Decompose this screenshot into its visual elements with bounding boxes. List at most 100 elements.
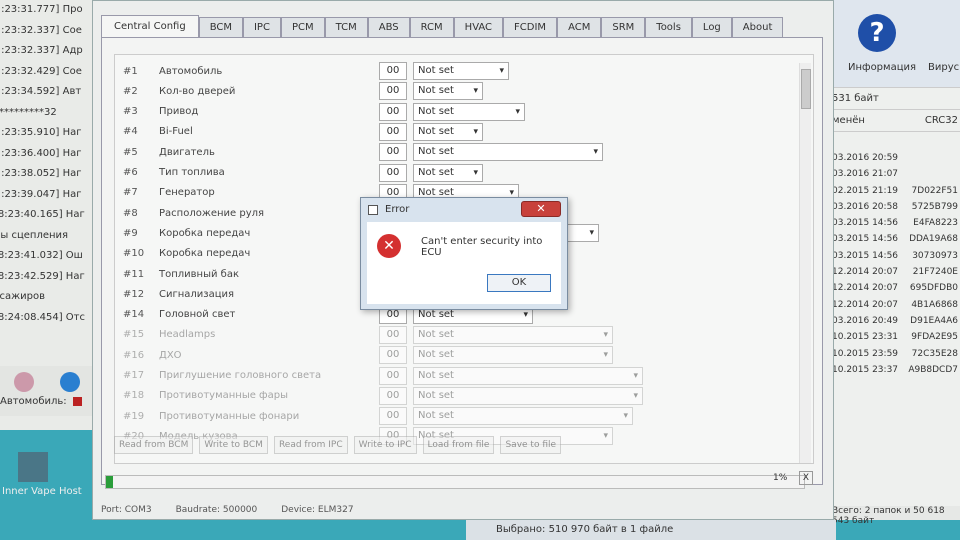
progress-bar [105,475,805,489]
config-row: #5 Двигатель 00 Not set [115,142,795,162]
file-row[interactable]: 10.2015 23:31 9FDA2E95 [830,329,960,345]
tab-about[interactable]: About [731,17,784,37]
option-select[interactable]: Not set [413,407,633,426]
value-field[interactable]: 00 [379,407,407,426]
option-select[interactable]: Not set [413,122,483,141]
close-button[interactable]: ✕ [521,201,561,217]
value-field[interactable]: 00 [379,325,407,344]
tab-fcdim[interactable]: FCDIM [503,17,558,37]
log-line: [.:23:39.047] Наг [0,188,82,200]
value-field[interactable]: 00 [379,62,407,80]
file-row[interactable]: 03.2016 20:49 D91EA4A6 [830,313,960,329]
scroll-thumb[interactable] [801,69,811,109]
tab-bcm[interactable]: BCM [198,17,243,37]
tab-hvac[interactable]: HVAC [453,17,504,37]
value-field[interactable]: 00 [379,386,407,405]
tab-srm[interactable]: SRM [601,17,646,37]
modified-date: 03.2015 14:56 [832,234,899,245]
info-button[interactable]: Информация [848,62,916,73]
value-field[interactable]: 00 [379,346,407,365]
option-select[interactable]: Not set [413,82,483,101]
tab-rcm[interactable]: RCM [409,17,454,37]
value-field[interactable]: 00 [379,366,407,385]
config-row: #17 Приглушение головного света 00 Not set [115,366,795,386]
action-buttons: Read from BCM Write to BCM Read from IPC Wr… [114,436,562,454]
modified-date: 10.2015 23:31 [832,332,899,343]
col-crc[interactable]: CRC32 [925,110,958,131]
file-row[interactable]: 03.2016 21:07 [830,166,960,182]
row-name: ДХО [159,349,182,361]
trash-icon[interactable] [60,372,80,392]
tab-ipc[interactable]: IPC [242,17,281,37]
file-row[interactable]: 02.2015 21:19 7D022F51 [830,183,960,199]
row-number: #11 [123,268,145,280]
config-row: #15 Headlamps 00 Not set [115,325,795,345]
option-select[interactable]: Not set [413,102,525,121]
file-row[interactable]: 03.2015 14:56 DDA19A68 [830,231,960,247]
row-number: #6 [123,167,138,178]
value-field[interactable]: 00 [379,102,407,121]
read-from-bcm-button[interactable]: Read from BCM [114,436,194,454]
config-row: #16 ДХО 00 Not set [115,345,795,365]
log-line: лы сцепления [0,229,69,241]
file-row[interactable]: 12.2014 20:07 695DFDB0 [830,280,960,296]
option-select[interactable]: Not set [413,163,483,182]
virus-button[interactable]: Вирусы [928,62,960,73]
help-icon[interactable]: ? [858,14,896,52]
load-from-file-button[interactable]: Load from file [422,436,495,454]
write-to-ipc-button[interactable]: Write to IPC [353,436,417,454]
option-select[interactable]: Not set [413,325,613,344]
col-modified[interactable]: менён [832,110,865,131]
save-to-file-button[interactable]: Save to file [500,436,562,454]
file-row[interactable]: 10.2015 23:59 72C35E28 [830,346,960,362]
cancel-button[interactable]: X [799,471,813,485]
value-field[interactable]: 00 [379,122,407,141]
desktop-icon[interactable] [18,452,48,482]
option-select[interactable]: Not set [413,386,643,405]
row-number: #18 [123,390,145,402]
tab-tcm[interactable]: TCM [324,17,368,37]
selection-status: Выбрано: 510 970 байт в 1 файле [466,520,836,540]
file-row[interactable]: 12.2014 20:07 21F7240E [830,264,960,280]
row-name: Противотуманные фонари [159,410,300,422]
modified-date: 10.2015 23:59 [832,348,899,359]
row-number: #16 [123,349,145,361]
option-select[interactable]: Not set [413,346,613,365]
file-row[interactable]: 03.2015 14:56 E4FA8223 [830,215,960,231]
row-name: Головной свет [159,309,236,321]
file-row[interactable]: 03.2016 20:58 5725B799 [830,199,960,215]
option-select[interactable]: Not set [413,366,643,385]
device-status: Device: ELM327 [281,505,354,515]
modified-date: 12.2014 20:07 [832,283,899,294]
tab-tools[interactable]: Tools [645,17,692,37]
port-status: Port: COM3 [101,505,152,515]
tab-abs[interactable]: ABS [367,17,410,37]
scrollbar[interactable] [799,63,811,463]
value-field[interactable]: 00 [379,143,407,162]
value-field[interactable]: 00 [379,82,407,101]
tab-central-config[interactable]: Central Config [101,15,199,37]
file-row[interactable]: 03.2016 20:59 [830,150,960,166]
file-row[interactable]: 12.2014 20:07 4B1A6868 [830,297,960,313]
syringe-icon[interactable] [14,372,34,392]
option-select[interactable]: Not set [413,62,509,80]
crc-value: 7D022F51 [911,185,958,196]
row-name: Тип топлива [159,167,225,178]
value-field[interactable]: 00 [379,163,407,182]
ok-button[interactable]: OK [487,274,551,292]
tab-acm[interactable]: ACM [557,17,602,37]
tab-bar: Central Config BCM IPC PCM TCM ABS RCM HVAC FCDI… [101,15,784,37]
error-message: Can't enter security into ECU [421,236,543,258]
log-line: [.:23:36.400] Наг [0,147,82,159]
modified-date: 03.2015 14:56 [832,218,899,229]
tab-pcm[interactable]: PCM [280,17,325,37]
option-select[interactable]: Not set [413,143,603,162]
row-name: Двигатель [159,146,215,158]
file-row[interactable]: 10.2015 23:37 A9B8DCD7 [830,362,960,378]
file-row[interactable]: 03.2015 14:56 30730973 [830,248,960,264]
write-to-bcm-button[interactable]: Write to BCM [199,436,268,454]
read-from-ipc-button[interactable]: Read from IPC [273,436,348,454]
row-number: #1 [123,65,138,77]
modified-date: 03.2016 21:07 [832,169,899,180]
tab-log[interactable]: Log [691,17,732,37]
